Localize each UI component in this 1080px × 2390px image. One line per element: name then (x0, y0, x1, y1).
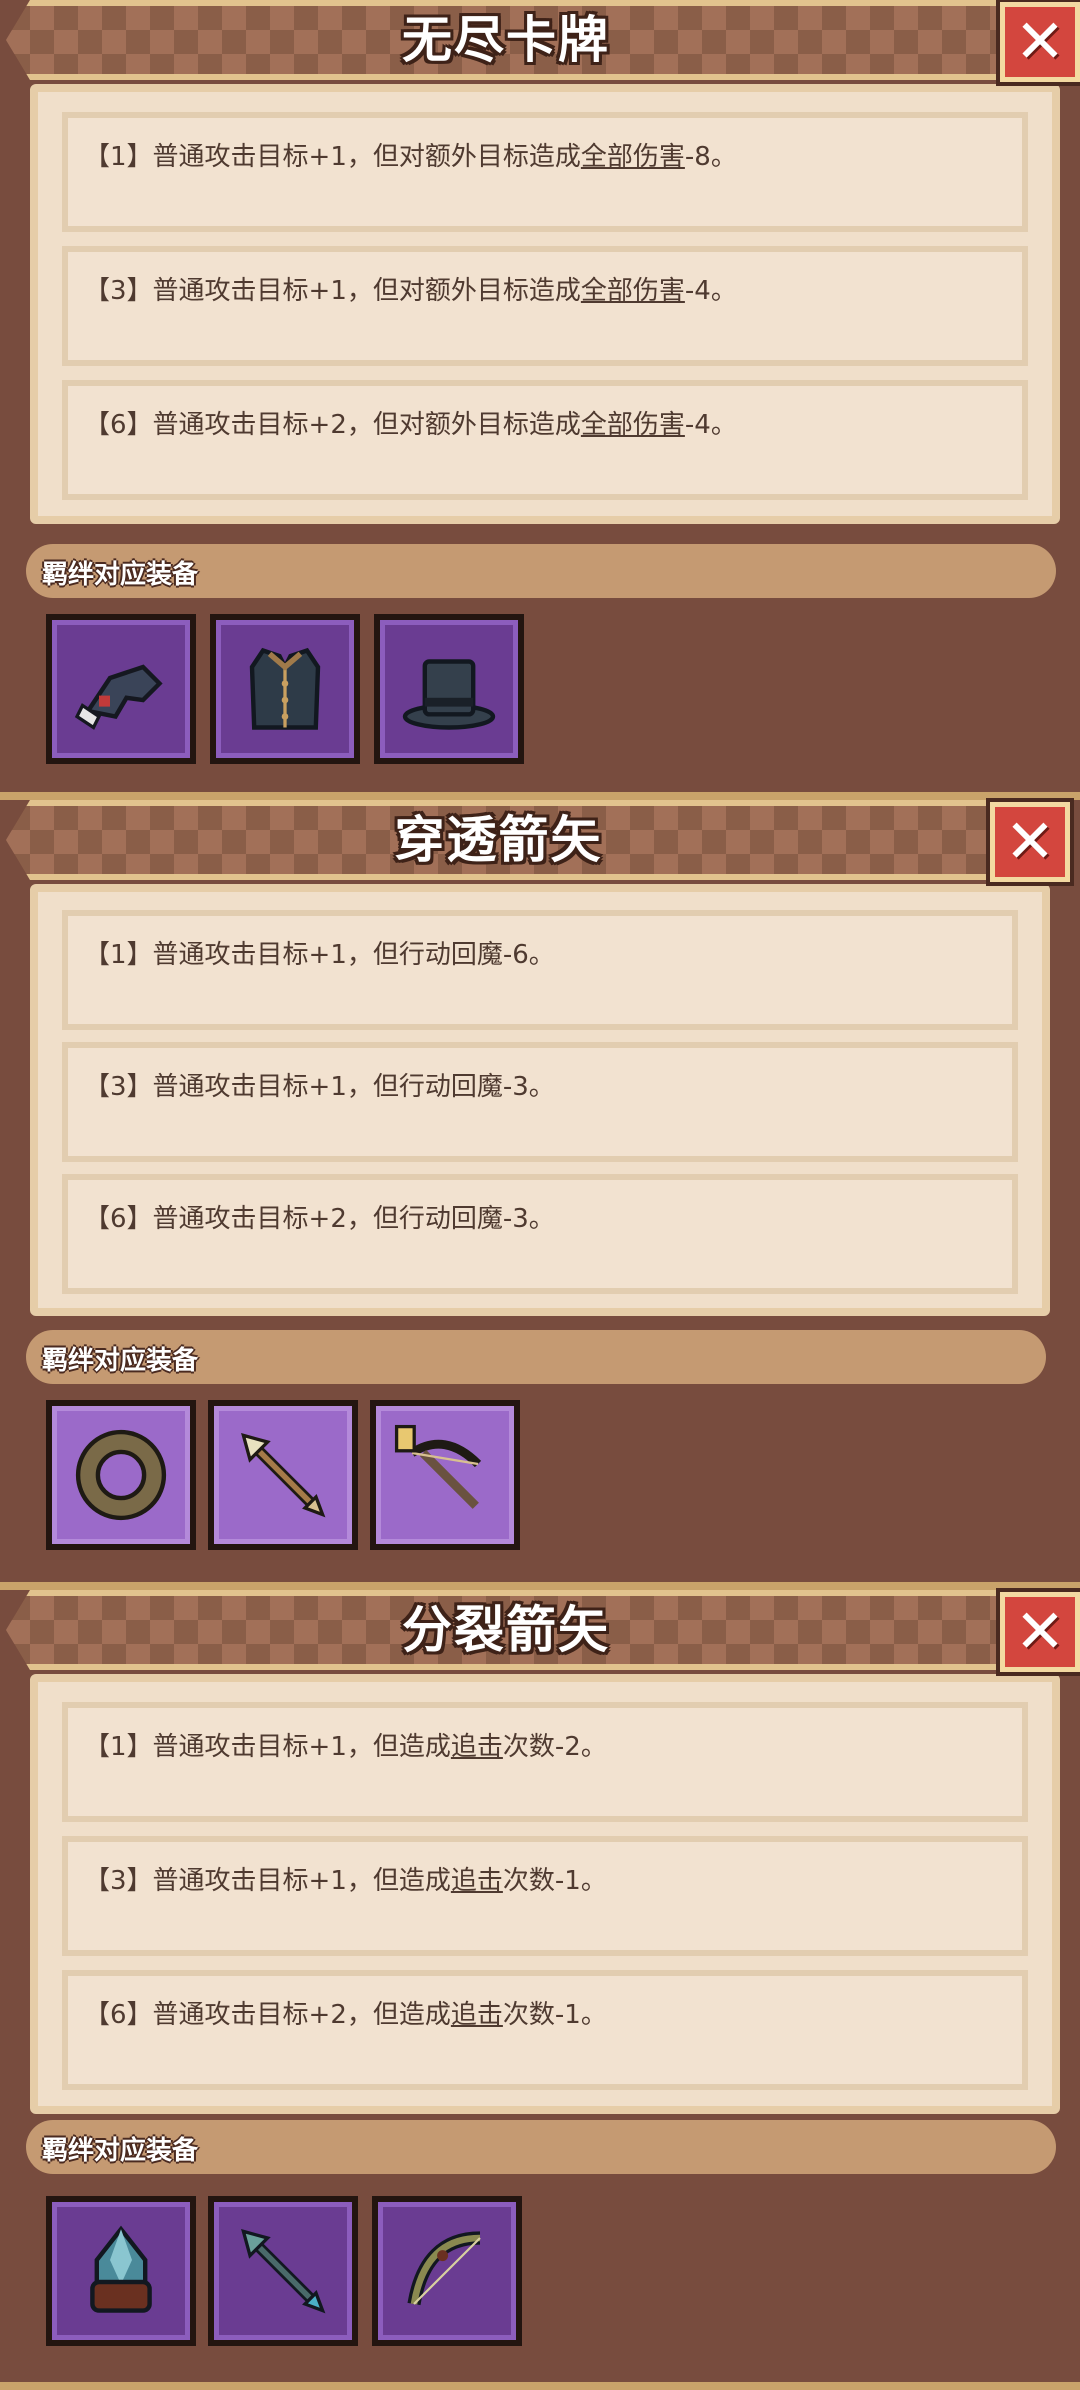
equip-label-bar: 羁绊对应装备 (26, 1330, 1046, 1384)
vest-icon (249, 647, 321, 730)
set-title: 分裂箭矢 (402, 1601, 610, 1659)
effect-card: 【1】普通攻击目标+1，但对额外目标造成全部伤害-8。 (62, 112, 1028, 232)
effect-text: 【3】普通攻击目标+1，但对额外目标造成全部伤害-4。 (84, 276, 737, 306)
effect-text: 【6】普通攻击目标+2，但对额外目标造成全部伤害-4。 (84, 410, 737, 440)
keyword-link[interactable]: 全部伤害 (581, 142, 685, 172)
keyword-link[interactable]: 全部伤害 (581, 410, 685, 440)
effect-text: 【1】普通攻击目标+1，但对额外目标造成全部伤害-8。 (84, 142, 737, 172)
effect-text: 【6】普通攻击目标+2，但造成追击次数-1。 (84, 2000, 607, 2030)
helmet-icon (90, 2225, 152, 2313)
title-banner: 无尽卡牌 (6, 0, 1006, 80)
effect-card: 【3】普通攻击目标+1，但造成追击次数-1。 (62, 1836, 1028, 1956)
keyword-link[interactable]: 全部伤害 (581, 276, 685, 306)
close-button[interactable]: ✕ (996, 0, 1080, 86)
keyword-link[interactable]: 追击 (451, 1866, 503, 1896)
set-title: 无尽卡牌 (402, 11, 610, 69)
effect-text: 【3】普通攻击目标+1，但造成追击次数-1。 (84, 1866, 607, 1896)
equip-slot-bow[interactable] (372, 2196, 522, 2346)
equip-slot-helmet[interactable] (46, 2196, 196, 2346)
close-button[interactable]: ✕ (996, 1588, 1080, 1676)
equip-label-bar: 羁绊对应装备 (26, 2120, 1056, 2174)
crossbow-icon (394, 1424, 482, 1509)
ring-icon (75, 1429, 167, 1521)
set-title: 穿透箭矢 (394, 811, 603, 869)
effect-card: 【3】普通攻击目标+1，但对额外目标造成全部伤害-4。 (62, 246, 1028, 366)
effect-card: 【6】普通攻击目标+2，但行动回魔-3。 (62, 1174, 1018, 1294)
effects-box: 【1】普通攻击目标+1，但行动回魔-6。 【3】普通攻击目标+1，但行动回魔-3… (30, 884, 1050, 1316)
close-icon: ✕ (1004, 807, 1056, 877)
bow-icon (407, 2231, 481, 2306)
effect-card: 【1】普通攻击目标+1，但行动回魔-6。 (62, 910, 1018, 1030)
equip-slot-ring[interactable] (46, 1400, 196, 1550)
equip-slot-crossbow[interactable] (370, 1400, 520, 1550)
title-banner: 分裂箭矢 (6, 1590, 1006, 1670)
equip-slot-top-hat[interactable] (374, 614, 524, 764)
equip-slot-arrow[interactable] (208, 1400, 358, 1550)
title-banner: 穿透箭矢 (6, 800, 991, 880)
keyword-link[interactable]: 追击 (451, 2000, 503, 2030)
effect-text: 【3】普通攻击目标+1，但行动回魔-3。 (84, 1072, 555, 1102)
effect-text: 【1】普通攻击目标+1，但行动回魔-6。 (84, 940, 555, 970)
close-icon: ✕ (1014, 1597, 1066, 1667)
effects-box: 【1】普通攻击目标+1，但造成追击次数-2。 【3】普通攻击目标+1，但造成追击… (30, 1674, 1060, 2114)
set-panel-endless-cards: 【1】普通攻击目标+1，但对额外目标造成全部伤害-8。 【3】普通攻击目标+1，… (0, 0, 1080, 800)
equip-label: 羁绊对应装备 (42, 1346, 199, 1376)
equip-slot-vest[interactable] (210, 614, 360, 764)
close-button[interactable]: ✕ (986, 798, 1074, 886)
set-panel-piercing-arrows: 【1】普通攻击目标+1，但行动回魔-6。 【3】普通攻击目标+1，但行动回魔-3… (0, 800, 1080, 1590)
effects-box: 【1】普通攻击目标+1，但对额外目标造成全部伤害-8。 【3】普通攻击目标+1，… (30, 84, 1060, 524)
glove-icon (74, 664, 163, 730)
equip-label: 羁绊对应装备 (42, 560, 199, 590)
keyword-link[interactable]: 追击 (451, 1732, 503, 1762)
effect-card: 【3】普通攻击目标+1，但行动回魔-3。 (62, 1042, 1018, 1162)
arrow-icon (241, 2229, 326, 2314)
close-icon: ✕ (1014, 7, 1066, 77)
equip-slot-glove[interactable] (46, 614, 196, 764)
set-panel-splitting-arrows: 【1】普通攻击目标+1，但造成追击次数-2。 【3】普通攻击目标+1，但造成追击… (0, 1590, 1080, 2390)
equip-slot-arrow[interactable] (208, 2196, 358, 2346)
equip-label: 羁绊对应装备 (42, 2136, 199, 2166)
effect-card: 【1】普通攻击目标+1，但造成追击次数-2。 (62, 1702, 1028, 1822)
equip-label-bar: 羁绊对应装备 (26, 544, 1056, 598)
top-hat-icon (402, 659, 496, 730)
effect-card: 【6】普通攻击目标+2，但对额外目标造成全部伤害-4。 (62, 380, 1028, 500)
effect-text: 【6】普通攻击目标+2，但行动回魔-3。 (84, 1204, 555, 1234)
effect-text: 【1】普通攻击目标+1，但造成追击次数-2。 (84, 1732, 607, 1762)
arrow-icon (241, 1433, 326, 1518)
effect-card: 【6】普通攻击目标+2，但造成追击次数-1。 (62, 1970, 1028, 2090)
